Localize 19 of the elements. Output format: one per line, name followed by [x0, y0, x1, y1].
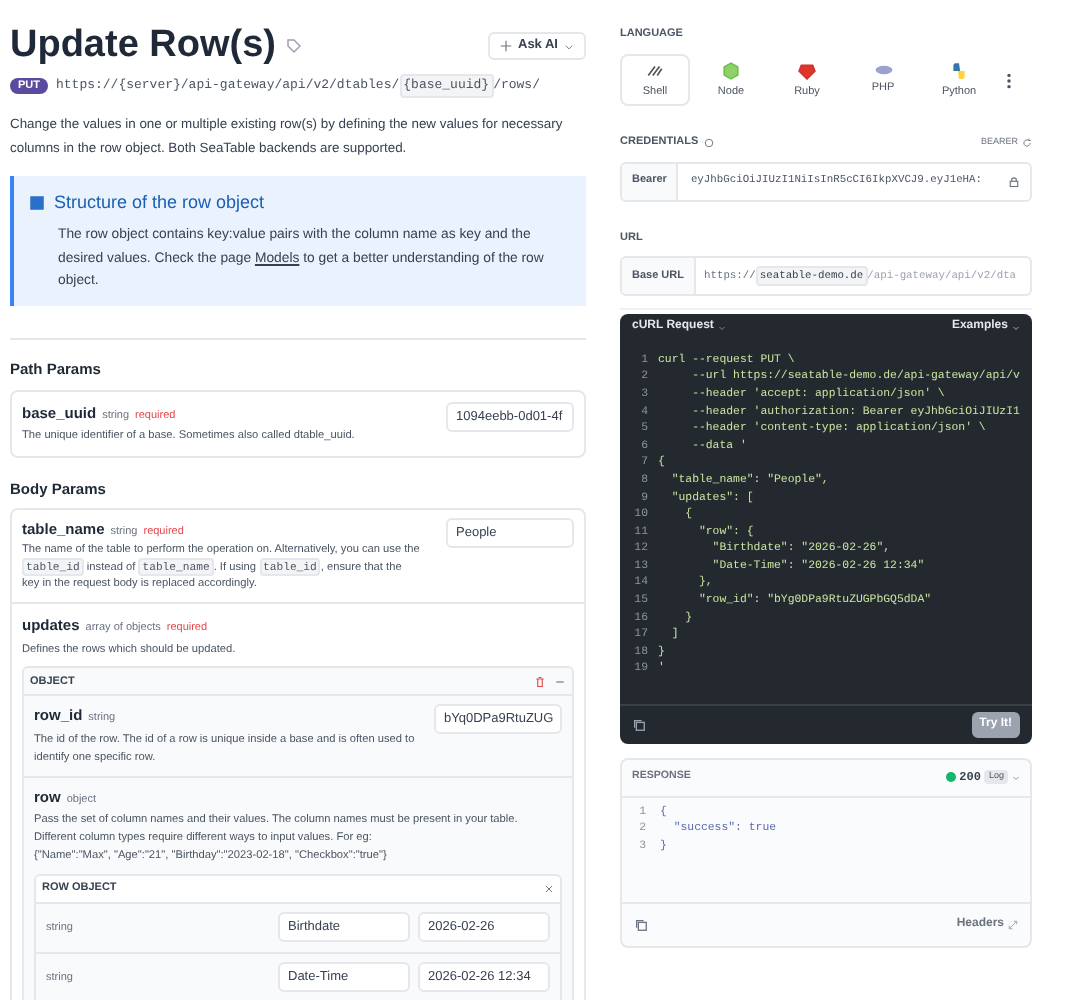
hexagon-icon — [722, 61, 740, 80]
refresh-icon — [1022, 137, 1032, 148]
terminal-icon — [646, 61, 664, 80]
close-icon — [544, 883, 554, 894]
expand-icon — [1008, 919, 1018, 930]
trash-icon — [534, 675, 546, 688]
tag-icon — [286, 38, 302, 54]
gem-icon — [798, 61, 816, 80]
callout-title: Structure of the row object — [54, 189, 265, 216]
php-logo-icon — [873, 64, 893, 77]
copy-icon — [632, 717, 646, 732]
lock-icon — [1008, 175, 1020, 187]
more-icon — [1004, 71, 1014, 90]
chevron-down-icon — [717, 323, 726, 332]
chevron-down-icon — [564, 41, 574, 51]
copy-icon — [634, 917, 648, 932]
page-title: Update Row(s) — [10, 24, 276, 68]
minus-icon — [554, 675, 566, 688]
python-logo-icon — [950, 61, 968, 80]
